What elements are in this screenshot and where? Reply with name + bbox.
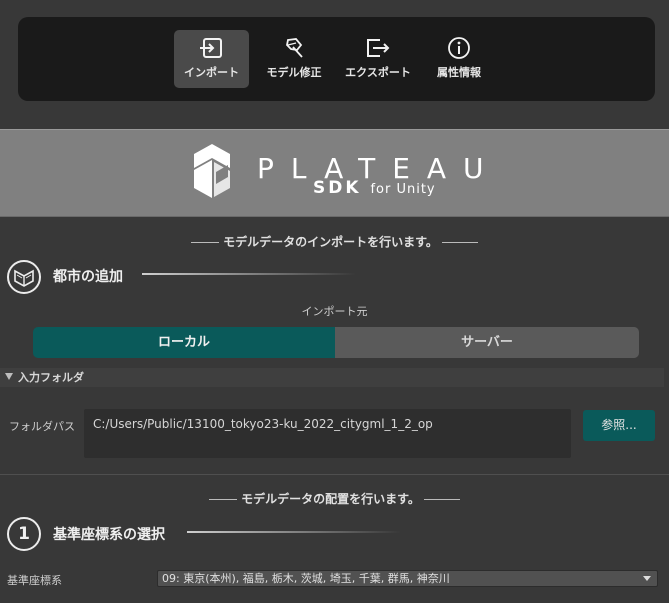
tab-edit-model-label: モデル修正 xyxy=(266,66,322,79)
for-unity-label: for Unity xyxy=(370,182,436,197)
crs-select-heading: 基準座標系の選択 xyxy=(53,527,165,543)
edit-model-icon xyxy=(286,38,303,58)
placement-section-title: モデルデータの配置を行います。 xyxy=(0,490,669,507)
section-divider xyxy=(0,474,669,475)
tab-export[interactable]: エクスポート xyxy=(340,30,416,88)
main-toolbar: インポート モデル修正 エクスポート 属性情報 xyxy=(18,17,655,101)
browse-button[interactable]: 参照... xyxy=(583,410,655,441)
source-local-button[interactable]: ローカル xyxy=(33,327,335,358)
tab-attributes-label: 属性情報 xyxy=(437,66,481,79)
info-icon xyxy=(448,37,470,59)
tab-edit-model[interactable]: モデル修正 xyxy=(258,30,330,88)
add-city-heading: 都市の追加 xyxy=(53,269,123,285)
folder-path-field[interactable]: C:/Users/Public/13100_tokyo23-ku_2022_ci… xyxy=(84,409,571,458)
toolbar-area: インポート モデル修正 エクスポート 属性情報 xyxy=(0,0,669,120)
import-section-title-text: モデルデータのインポートを行います。 xyxy=(223,235,438,249)
source-server-button[interactable]: サーバー xyxy=(335,327,639,358)
crs-label: 基準座標系 xyxy=(7,574,62,587)
step-number-text: 1 xyxy=(18,524,30,544)
crs-select-underline xyxy=(187,531,401,533)
plateau-logo-icon xyxy=(194,144,230,198)
foldout-triangle-icon xyxy=(5,373,13,380)
import-section-title: モデルデータのインポートを行います。 xyxy=(0,233,669,250)
step-number-badge: 1 xyxy=(7,517,41,551)
sdk-label: SDK xyxy=(313,178,362,198)
export-icon xyxy=(367,39,390,57)
tab-attributes[interactable]: 属性情報 xyxy=(424,30,494,88)
tab-export-label: エクスポート xyxy=(345,66,411,79)
input-folder-foldout-label: 入力フォルダ xyxy=(18,371,84,384)
add-city-underline xyxy=(142,273,356,275)
crs-dropdown-value: 09: 東京(本州), 福島, 栃木, 茨城, 埼玉, 千葉, 群馬, 神奈川 xyxy=(162,572,450,585)
import-source-label: インポート元 xyxy=(301,305,368,318)
sdk-subtitle: SDK for Unity xyxy=(313,178,436,198)
dropdown-arrow-icon xyxy=(643,576,651,581)
input-folder-foldout[interactable]: 入力フォルダ xyxy=(0,368,664,387)
folder-path-value: C:/Users/Public/13100_tokyo23-ku_2022_ci… xyxy=(93,417,433,431)
crs-dropdown[interactable]: 09: 東京(本州), 福島, 栃木, 茨城, 埼玉, 千葉, 群馬, 神奈川 xyxy=(157,570,658,587)
import-icon xyxy=(199,38,222,58)
folder-path-label: フォルダパス xyxy=(9,420,75,433)
city-book-icon xyxy=(7,260,41,294)
tab-import-label: インポート xyxy=(184,66,239,79)
placement-section-title-text: モデルデータの配置を行います。 xyxy=(241,492,420,506)
tab-import[interactable]: インポート xyxy=(174,30,249,88)
